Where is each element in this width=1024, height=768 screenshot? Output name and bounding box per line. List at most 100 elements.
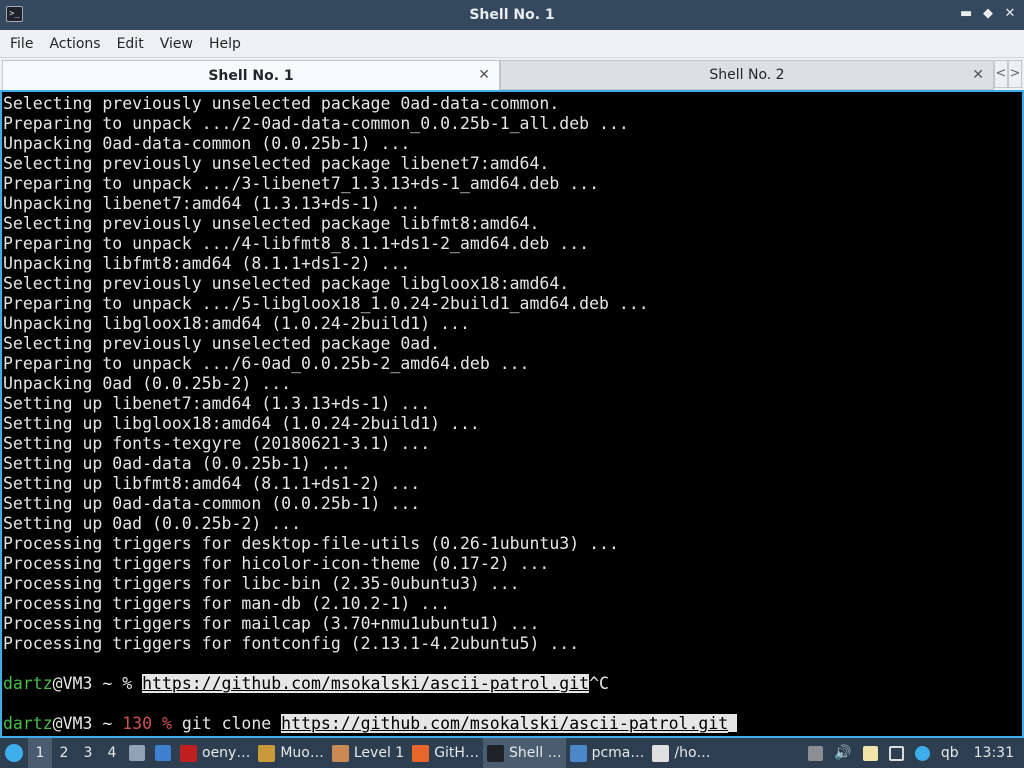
tab-scroll-buttons: < > — [994, 60, 1022, 90]
terminal-line: Setting up libfmt8:amd64 (8.1.1+ds1-2) .… — [3, 474, 421, 493]
tab-bar: Shell No. 1 ✕ Shell No. 2 ✕ < > — [0, 58, 1024, 90]
taskbar: 1 2 3 4 oeny… Muo… Level 1 GitH… Shell … pcma… — [0, 738, 1024, 768]
terminal-icon — [486, 744, 504, 762]
terminal-prompt-line: dartz@VM3 ~ 130 % git clone https://gith… — [3, 714, 738, 734]
tab-label: Shell No. 2 — [709, 67, 785, 83]
terminal-line: Preparing to unpack .../3-libenet7_1.3.1… — [3, 174, 600, 193]
prompt-host-path: @VM3 ~ — [52, 714, 123, 733]
menu-view[interactable]: View — [152, 31, 201, 57]
terminal-line: Setting up 0ad-data-common (0.0.25b-1) .… — [3, 494, 421, 513]
highlighted-url[interactable]: https://github.com/msokalski/ascii-patro… — [142, 674, 590, 693]
task-label: Shell … — [508, 745, 562, 761]
close-button[interactable]: ✕ — [1004, 6, 1016, 22]
terminal-line: Processing triggers for mailcap (3.70+nm… — [3, 614, 540, 633]
terminal-prompt-line: dartz@VM3 ~ % https://github.com/msokals… — [3, 674, 737, 694]
desktop-1[interactable]: 1 — [28, 738, 52, 768]
task-label: Level 1 — [353, 745, 405, 761]
terminal-line: Setting up fonts-texgyre (20180621-3.1) … — [3, 434, 431, 453]
menu-edit[interactable]: Edit — [109, 31, 152, 57]
typed-command: git clone — [181, 714, 282, 733]
terminal-line: Preparing to unpack .../5-libgloox18_1.0… — [3, 294, 649, 313]
update-notifier-icon[interactable] — [914, 745, 930, 761]
notes-icon[interactable] — [862, 745, 878, 761]
task-label: pcma… — [591, 745, 645, 761]
qbittorrent-tray-label[interactable]: qb — [941, 745, 959, 761]
tab-shell-1[interactable]: Shell No. 1 ✕ — [2, 60, 500, 90]
terminal-line: Unpacking libenet7:amd64 (1.3.13+ds-1) .… — [3, 194, 421, 213]
terminal-line: Selecting previously unselected package … — [3, 214, 540, 233]
prompt-user: dartz — [3, 714, 53, 733]
terminal-line: Unpacking 0ad (0.0.25b-2) ... — [3, 374, 292, 393]
tab-close-icon[interactable]: ✕ — [972, 67, 984, 83]
lubuntu-logo-icon — [5, 744, 23, 762]
package-icon — [258, 744, 276, 762]
tab-scroll-right-icon[interactable]: > — [1008, 60, 1022, 88]
window-controls: ▬ ◆ ✕ — [960, 6, 1016, 22]
window-titlebar[interactable]: >_ Shell No. 1 ▬ ◆ ✕ — [0, 0, 1024, 30]
desktop-3[interactable]: 3 — [76, 738, 100, 768]
clock[interactable]: 13:31 — [974, 745, 1014, 761]
file-manager-icon — [569, 744, 587, 762]
window-switcher-button[interactable] — [150, 738, 176, 768]
terminal-line: Setting up 0ad-data (0.0.25b-1) ... — [3, 454, 351, 473]
volume-icon[interactable]: 🔊 — [834, 745, 851, 761]
start-menu-button[interactable] — [0, 738, 28, 768]
terminal-line: Processing triggers for fontconfig (2.13… — [3, 634, 580, 653]
maximize-button[interactable]: ◆ — [982, 6, 994, 22]
task-label: GitH… — [434, 745, 479, 761]
boot-icon — [331, 744, 349, 762]
desktop-2[interactable]: 2 — [52, 738, 76, 768]
text-cursor — [728, 714, 738, 732]
terminal-line: Unpacking libfmt8:amd64 (8.1.1+ds1-2) ..… — [3, 254, 411, 273]
filezilla-icon — [180, 744, 197, 762]
taskbar-task[interactable]: oeny… — [176, 738, 254, 768]
terminal-line: Selecting previously unselected package … — [3, 154, 550, 173]
terminal-line: Preparing to unpack .../4-libfmt8_8.1.1+… — [3, 234, 590, 253]
terminal-line: Processing triggers for man-db (2.10.2-1… — [3, 594, 451, 613]
show-desktop-icon — [129, 745, 145, 761]
desktop-4[interactable]: 4 — [100, 738, 124, 768]
taskbar-task[interactable]: pcma… — [566, 738, 649, 768]
minimize-button[interactable]: ▬ — [960, 6, 972, 22]
terminal-line: Processing triggers for desktop-file-uti… — [3, 534, 619, 553]
taskbar-task[interactable]: GitH… — [408, 738, 483, 768]
menu-help[interactable]: Help — [201, 31, 249, 57]
task-list: oeny… Muo… Level 1 GitH… Shell … pcma… /ho… — [176, 738, 715, 768]
text-editor-icon — [652, 744, 670, 762]
terminal-line: Selecting previously unselected package … — [3, 274, 570, 293]
terminal-line: Preparing to unpack .../2-0ad-data-commo… — [3, 114, 629, 133]
window-title: Shell No. 1 — [469, 7, 555, 23]
terminal-line: Setting up 0ad (0.0.25b-2) ... — [3, 514, 302, 533]
network-icon[interactable] — [888, 745, 904, 761]
tab-shell-2[interactable]: Shell No. 2 ✕ — [500, 60, 994, 90]
highlighted-url[interactable]: https://github.com/msokalski/ascii-patro… — [281, 714, 729, 733]
terminal-line: Unpacking 0ad-data-common (0.0.25b-1) ..… — [3, 134, 411, 153]
menu-file[interactable]: File — [2, 31, 41, 57]
taskbar-task[interactable]: /ho… — [648, 738, 714, 768]
terminal-line: Processing triggers for libc-bin (2.35-0… — [3, 574, 520, 593]
prompt-user: dartz — [3, 674, 53, 693]
taskbar-task[interactable]: Muo… — [254, 738, 328, 768]
tab-scroll-left-icon[interactable]: < — [994, 60, 1008, 88]
window-icon — [155, 745, 171, 761]
taskbar-task[interactable]: Shell … — [482, 738, 566, 768]
terminal-view[interactable]: Selecting previously unselected package … — [0, 90, 1024, 738]
firefox-icon — [412, 744, 430, 762]
system-tray: 🔊 qb 13:31 — [808, 745, 1024, 761]
show-desktop-button[interactable] — [124, 738, 150, 768]
menu-actions[interactable]: Actions — [41, 31, 108, 57]
terminal-line: Preparing to unpack .../6-0ad_0.0.25b-2_… — [3, 354, 530, 373]
tab-label: Shell No. 1 — [208, 67, 294, 84]
prompt-exit-code: 130 % — [122, 714, 182, 733]
interrupt-marker: ^C — [589, 674, 609, 693]
clipboard-icon[interactable] — [808, 745, 824, 761]
terminal-line: Selecting previously unselected package … — [3, 94, 560, 113]
terminal-line: Processing triggers for hicolor-icon-the… — [3, 554, 550, 573]
task-label: oeny… — [202, 745, 251, 761]
terminal-line: Setting up libgloox18:amd64 (1.0.24-2bui… — [3, 414, 480, 433]
taskbar-task[interactable]: Level 1 — [328, 738, 408, 768]
tab-close-icon[interactable]: ✕ — [478, 67, 490, 83]
menu-bar: File Actions Edit View Help — [0, 30, 1024, 58]
